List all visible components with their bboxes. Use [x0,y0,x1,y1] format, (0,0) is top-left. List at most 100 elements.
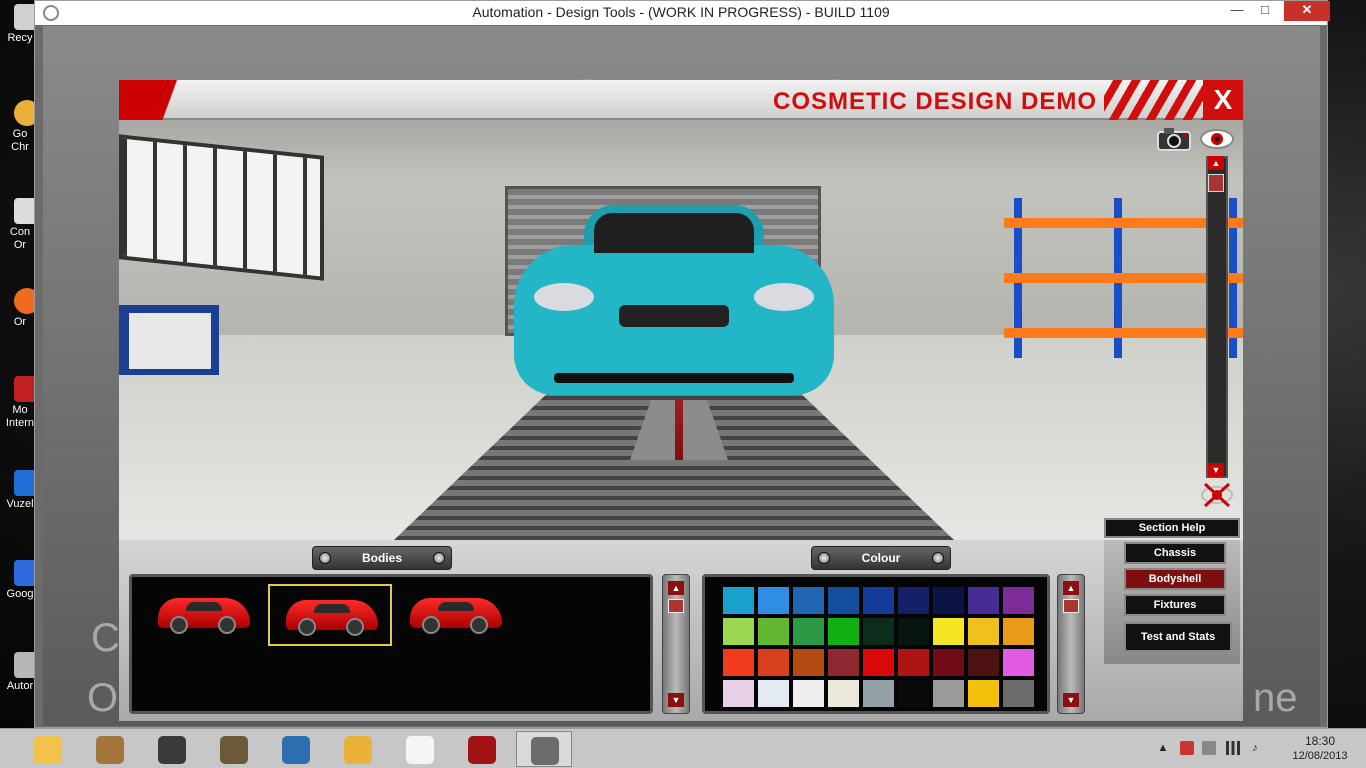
security-icon[interactable] [1180,741,1194,755]
taskbar-app[interactable] [516,731,572,767]
body-option-coupe[interactable] [394,584,518,646]
rivet-icon [818,552,830,564]
colour-swatch[interactable] [793,649,824,676]
window-title: Automation - Design Tools - (WORK IN PRO… [472,4,890,20]
colour-swatch[interactable] [933,618,964,645]
colour-scrollbar[interactable]: ▲ ▼ [1057,574,1085,714]
colour-swatch[interactable] [828,680,859,707]
colour-swatch[interactable] [863,587,894,614]
colour-swatch[interactable] [1003,680,1034,707]
rivet-icon [433,552,445,564]
colour-swatch[interactable] [828,618,859,645]
bodies-tab[interactable]: Bodies [312,546,452,570]
colour-swatch[interactable] [828,649,859,676]
colour-swatch[interactable] [1003,618,1034,645]
colour-swatch[interactable] [758,587,789,614]
eye-off-icon[interactable] [1199,482,1235,508]
colour-swatch[interactable] [723,587,754,614]
taskbar-app[interactable] [268,731,324,767]
minimize-button[interactable]: — [1223,1,1251,21]
scroll-up-button[interactable]: ▲ [668,581,684,595]
colour-swatch[interactable] [1003,649,1034,676]
cosmetic-design-panel: COSMETIC DESIGN DEMO X ▲ ▼ Bodies Colour… [119,80,1243,721]
clock-time[interactable]: 18:30 [1290,734,1350,748]
nav-bodyshell-button[interactable]: Bodyshell [1124,568,1226,590]
colour-swatch[interactable] [898,649,929,676]
show-hidden-icons-arrow[interactable]: ▲ [1156,741,1170,755]
zoom-slider-track[interactable] [1206,156,1228,478]
eye-icon[interactable] [1199,127,1235,151]
taskbar-app[interactable] [392,731,448,767]
colour-swatch[interactable] [723,680,754,707]
colour-swatch[interactable] [968,587,999,614]
scroll-up-button[interactable]: ▲ [1063,581,1079,595]
section-nav: Chassis Bodyshell Fixtures Test and Stat… [1104,540,1240,664]
scroll-down-button[interactable]: ▼ [668,693,684,707]
close-panel-button[interactable]: X [1203,80,1243,120]
colour-swatch[interactable] [1003,587,1034,614]
colour-swatch[interactable] [758,649,789,676]
colour-swatch[interactable] [723,618,754,645]
taskbar-app[interactable] [144,731,200,767]
colour-swatch[interactable] [863,649,894,676]
rivet-icon [932,552,944,564]
body-option-sedan[interactable] [268,584,392,646]
bodies-tab-label: Bodies [361,551,402,565]
zoom-in-button[interactable]: ▲ [1208,156,1224,170]
colour-swatch[interactable] [968,680,999,707]
taskbar-app[interactable] [82,731,138,767]
scroll-down-button[interactable]: ▼ [1063,693,1079,707]
nav-chassis-button[interactable]: Chassis [1124,542,1226,564]
colour-swatch[interactable] [898,618,929,645]
colour-swatch[interactable] [898,680,929,707]
colour-swatch[interactable] [828,587,859,614]
taskbar-app[interactable] [330,731,386,767]
bodies-list [129,574,653,714]
zoom-slider-thumb[interactable] [1208,174,1224,192]
colour-swatch[interactable] [968,618,999,645]
network-signal-icon[interactable] [1226,741,1240,755]
red-sedan-icon [286,600,378,636]
colour-swatch[interactable] [933,680,964,707]
maximize-button[interactable]: □ [1251,1,1279,21]
nav-fixtures-button[interactable]: Fixtures [1124,594,1226,616]
blue-cabinet [119,305,219,375]
zoom-out-button[interactable]: ▼ [1208,463,1224,477]
taskbar-app[interactable] [20,731,76,767]
colour-palette [702,574,1050,714]
colour-swatch[interactable] [863,680,894,707]
clock-date[interactable]: 12/08/2013 [1290,750,1350,762]
colour-swatch[interactable] [793,587,824,614]
colour-swatch[interactable] [793,680,824,707]
car-model[interactable] [514,205,834,400]
nav-test-and-stats-button[interactable]: Test and Stats [1124,622,1232,652]
bodies-scrollbar[interactable]: ▲ ▼ [662,574,690,714]
car-window [186,602,222,611]
section-help-button[interactable]: Section Help [1104,518,1240,538]
volume-icon[interactable]: ♪ [1248,741,1262,755]
taskbar-app[interactable] [454,731,510,767]
colour-tab[interactable]: Colour [811,546,951,570]
taskbar: ▲ ♪ 18:30 12/08/2013 [0,728,1366,768]
battery-icon[interactable] [1202,741,1216,755]
title-bar[interactable]: Automation - Design Tools - (WORK IN PRO… [35,1,1330,25]
colour-swatch[interactable] [933,649,964,676]
colour-swatch[interactable] [968,649,999,676]
colour-swatch[interactable] [898,587,929,614]
colour-swatch[interactable] [793,618,824,645]
scroll-thumb[interactable] [1063,599,1079,613]
scroll-thumb[interactable] [668,599,684,613]
colour-swatch[interactable] [933,587,964,614]
3d-viewport[interactable]: ▲ ▼ [119,120,1243,540]
taskbar-app[interactable] [206,731,262,767]
colour-swatch[interactable] [723,649,754,676]
colour-swatch[interactable] [758,680,789,707]
camera-icon[interactable] [1156,127,1192,151]
body-option-hatchback[interactable] [142,584,266,646]
colour-swatch[interactable] [758,618,789,645]
colour-swatch[interactable] [863,618,894,645]
close-window-button[interactable]: ✕ [1284,1,1330,21]
colour-tab-label: Colour [861,551,901,565]
chrome-icon [344,736,372,764]
power-app-icon [468,736,496,764]
